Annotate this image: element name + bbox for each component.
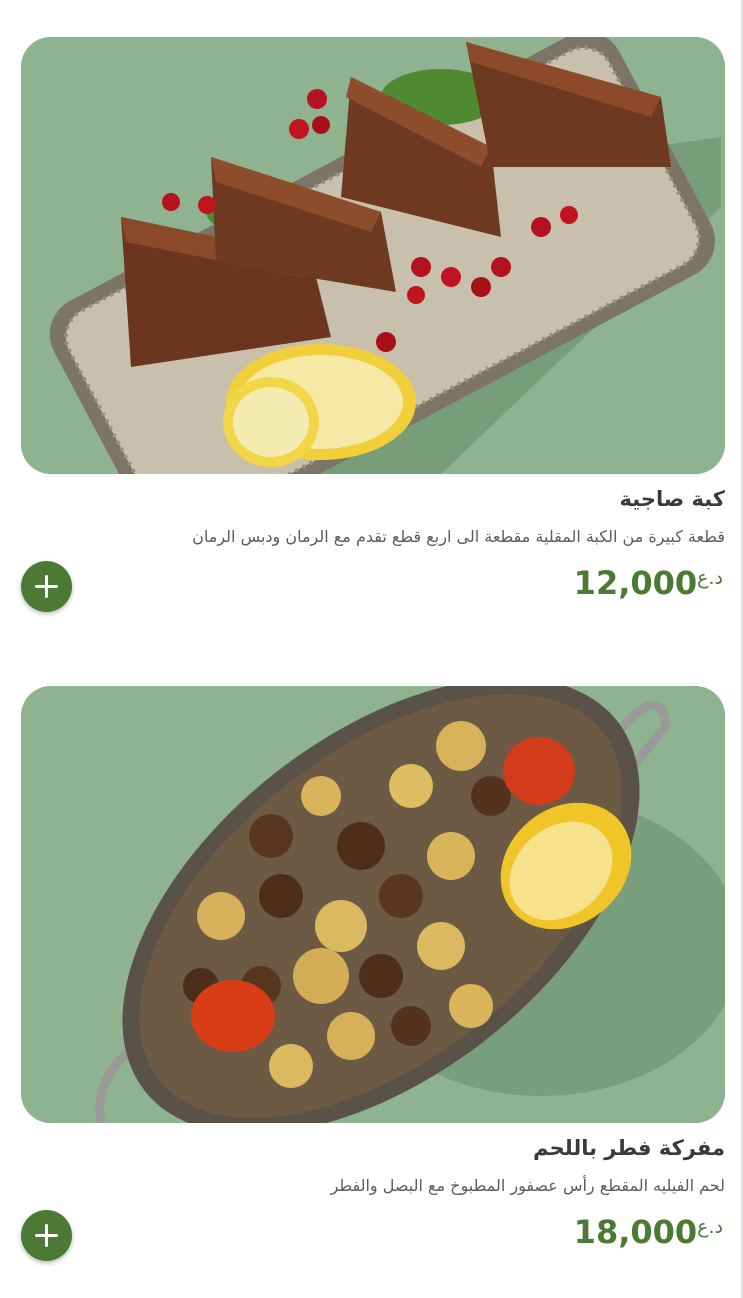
menu-item-card[interactable]: كبة صاجية قطعة كبيرة من الكبة المقلية مق… [21,37,725,637]
dish-description: لحم الفيليه المقطع رأس عصفور المطبوخ مع … [330,1176,725,1195]
dish-price: د.ع12,000 [574,564,725,602]
price-currency: د.ع [697,1216,723,1238]
menu-item-card[interactable]: مفركة فطر باللحم لحم الفيليه المقطع رأس … [21,686,725,1286]
dish-image[interactable] [21,37,725,474]
dish-name: كبة صاجية [619,487,725,511]
dish-image[interactable] [21,686,725,1123]
price-amount: 18,000 [573,1213,698,1251]
dish-description: قطعة كبيرة من الكبة المقلية مقطعة الى ار… [192,527,725,546]
add-to-cart-button[interactable] [21,561,72,612]
plus-icon [35,575,58,598]
add-to-cart-button[interactable] [21,1210,72,1261]
price-amount: 12,000 [573,564,698,602]
kubba-plate-illustration [21,37,725,474]
price-currency: د.ع [697,567,723,589]
mushroom-meat-pan-illustration [21,686,725,1123]
dish-price: د.ع18,000 [574,1213,725,1251]
dish-name: مفركة فطر باللحم [533,1136,725,1160]
plus-icon [35,1224,58,1247]
